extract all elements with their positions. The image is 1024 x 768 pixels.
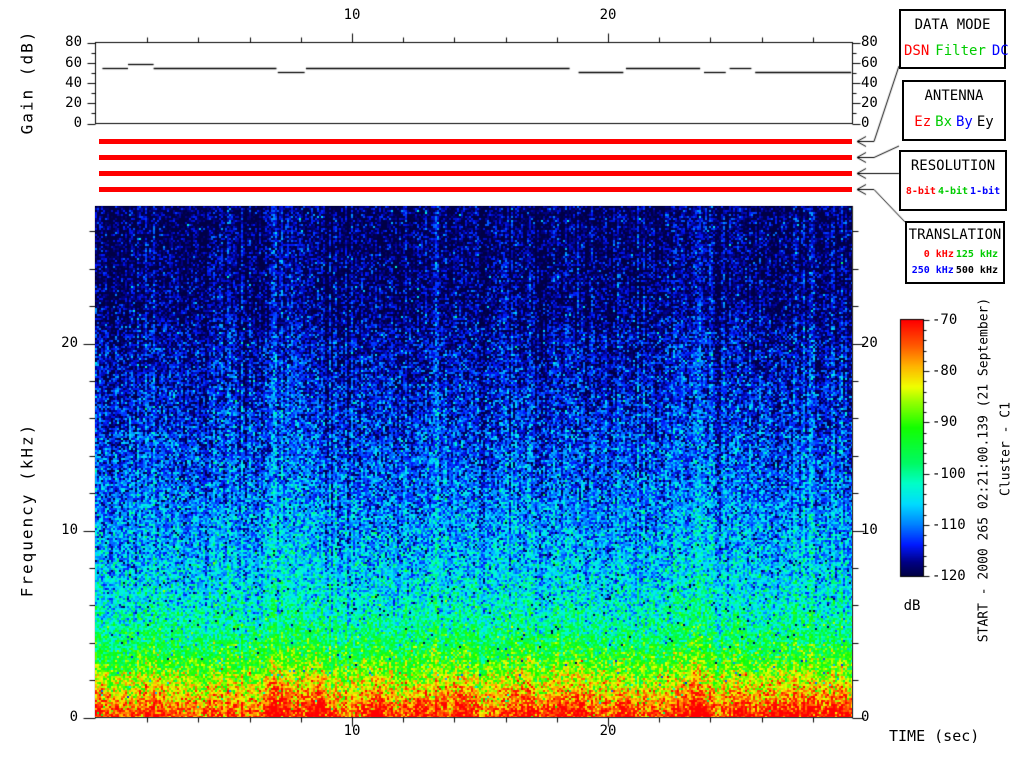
start-time-annotation: START - 2000 265 02:21:00.139 (21 Septem… — [976, 297, 992, 643]
legend-value: 0 kHz — [923, 249, 954, 260]
status-bar-data-mode — [99, 139, 852, 144]
freq-ytick-right: 10 — [861, 522, 878, 538]
legend-values: 8-bit 4-bit 1-bit — [901, 186, 1005, 197]
legend-value: 125 kHz — [955, 249, 998, 260]
legend-title: RESOLUTION — [910, 158, 996, 174]
gain-axis-title: Gain (dB) — [17, 29, 37, 135]
colorbar-unit-label: dB — [903, 598, 921, 614]
time-axis-title: TIME (sec) — [889, 727, 980, 745]
wbd-spectrogram-screen: Gain (dB) 10 20 80 60 40 20 0 80 60 40 2… — [0, 0, 1024, 768]
status-bar-antenna — [99, 155, 852, 160]
legend-title: ANTENNA — [924, 88, 984, 104]
gain-ytick-left: 40 — [65, 75, 82, 91]
legend-value: 8-bit — [905, 186, 936, 197]
status-bar-translation — [99, 187, 852, 192]
legend-value: 1-bit — [970, 186, 1001, 197]
gain-trace-canvas — [95, 42, 852, 124]
legend-value: DC — [991, 43, 1009, 59]
legend-box-antenna: ANTENNA Ez Bx By Ey — [902, 80, 1006, 141]
legend-value: DSN — [904, 43, 930, 59]
legend-row: 0 kHz 125 kHz — [907, 248, 1003, 262]
legend-values: DSN Filter DC — [901, 43, 1009, 59]
colorbar-tick-label: -110 — [932, 517, 966, 533]
gain-ytick-right: 80 — [861, 34, 878, 50]
legend-box-translation: TRANSLATION 0 kHz 125 kHz 250 kHz 500 kHz — [905, 221, 1005, 284]
gain-ytick-right: 60 — [861, 55, 878, 71]
status-bar-resolution — [99, 171, 852, 176]
gain-ytick-right: 20 — [861, 95, 878, 111]
gain-ytick-right: 0 — [861, 115, 870, 131]
gain-ytick-left: 20 — [65, 95, 82, 111]
colorbar-tick-label: -70 — [932, 312, 958, 328]
legend-title: DATA MODE — [914, 17, 991, 33]
legend-box-data-mode: DATA MODE DSN Filter DC — [899, 9, 1009, 69]
legend-value: Ez — [914, 114, 932, 130]
freq-ytick-left: 10 — [61, 522, 78, 538]
legend-title: TRANSLATION — [908, 227, 1002, 243]
spectrogram-canvas — [95, 206, 852, 717]
legend-box-resolution: RESOLUTION 8-bit 4-bit 1-bit — [899, 150, 1007, 211]
colorbar-canvas — [898, 317, 938, 581]
legend-value: 4-bit — [937, 186, 969, 197]
colorbar-tick-label: -120 — [932, 568, 966, 584]
colorbar-tick-label: -100 — [932, 466, 966, 482]
freq-ytick-right: 0 — [861, 709, 870, 725]
frequency-axis-title: Frequency (kHz) — [17, 422, 37, 598]
legend-value: Filter — [935, 43, 986, 59]
legend-value: 500 kHz — [955, 265, 998, 276]
legend-value: Ey — [976, 114, 994, 130]
time-xtick-label: 20 — [599, 723, 617, 739]
top-axis-tick-label: 20 — [599, 7, 617, 23]
legend-values: Ez Bx By Ey — [904, 114, 1004, 130]
legend-value: 250 kHz — [911, 265, 954, 276]
gain-ytick-left: 80 — [65, 34, 82, 50]
legend-value: Bx — [935, 114, 952, 130]
freq-ytick-left: 20 — [61, 335, 78, 351]
freq-ytick-right: 20 — [861, 335, 878, 351]
legend-row: 250 kHz 500 kHz — [907, 264, 1003, 278]
legend-value: By — [956, 114, 973, 130]
freq-ytick-left: 0 — [69, 709, 78, 725]
colorbar-tick-label: -90 — [932, 414, 958, 430]
gain-ytick-left: 0 — [73, 115, 82, 131]
gain-ytick-right: 40 — [861, 75, 878, 91]
spacecraft-annotation: Cluster - C1 — [998, 402, 1014, 496]
gain-ytick-left: 60 — [65, 55, 82, 71]
time-xtick-label: 10 — [343, 723, 361, 739]
top-axis-tick-label: 10 — [343, 7, 361, 23]
colorbar-tick-label: -80 — [932, 363, 958, 379]
